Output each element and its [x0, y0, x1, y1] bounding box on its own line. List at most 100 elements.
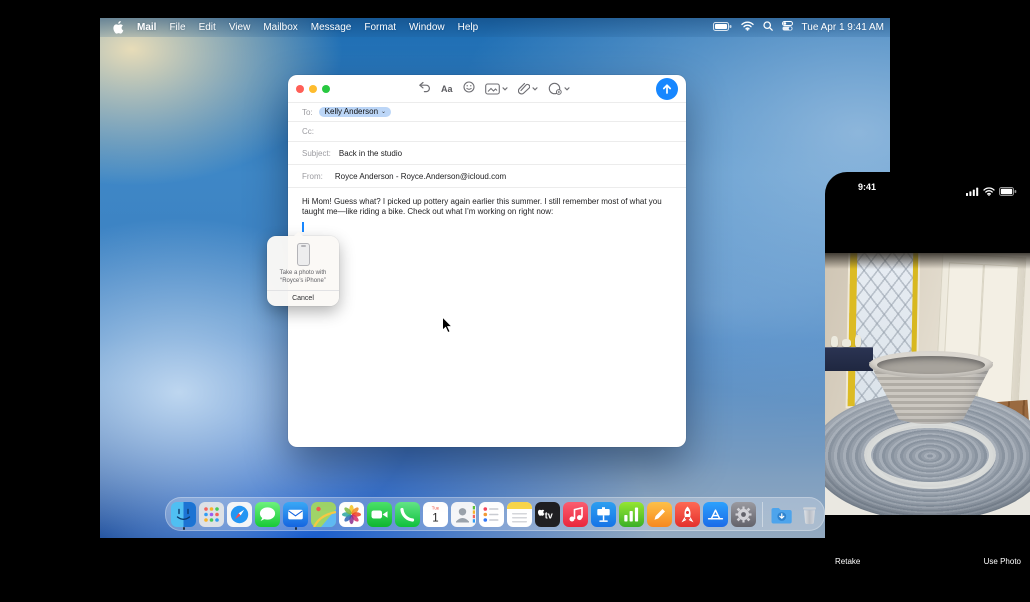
dock-rocket-app[interactable] [675, 502, 700, 527]
dock-finder[interactable] [171, 502, 196, 527]
menu-bar: Mail File Edit View Mailbox Message Form… [100, 18, 890, 37]
chevron-down-icon: ⌄ [381, 109, 386, 115]
dock-mail[interactable] [283, 502, 308, 527]
dock-music[interactable] [563, 502, 588, 527]
mail-compose-window: Aa To: Ke [288, 75, 686, 447]
dock-messages[interactable] [255, 502, 280, 527]
message-body[interactable]: Hi Mom! Guess what? I picked up pottery … [288, 188, 686, 216]
chevron-down-icon [564, 87, 570, 91]
dock-downloads-folder[interactable] [769, 502, 794, 527]
arrow-up-icon [661, 83, 673, 95]
menu-item-mailbox[interactable]: Mailbox [263, 22, 297, 33]
studio-shelf [825, 347, 873, 371]
from-value: Royce Anderson - Royce.Anderson@icloud.c… [335, 172, 506, 181]
photo-browser-button[interactable] [485, 83, 508, 95]
menu-item-mail[interactable]: Mail [137, 22, 156, 33]
camera-preview-photo [825, 253, 1030, 515]
running-indicator [183, 527, 186, 530]
cc-label: Cc: [302, 127, 314, 136]
dock-appletv[interactable]: tv [535, 502, 560, 527]
cancel-button[interactable]: Cancel [267, 291, 339, 307]
emoji-icon[interactable] [463, 80, 475, 98]
menu-item-help[interactable]: Help [458, 22, 479, 33]
battery-icon [999, 183, 1017, 201]
calendar-weekday: Tue [432, 505, 440, 510]
screen: Mail File Edit View Mailbox Message Form… [0, 0, 1030, 602]
control-center-icon[interactable] [782, 21, 793, 34]
menu-bar-clock[interactable]: Tue Apr 1 9:41 AM [802, 22, 884, 33]
cellular-signal-icon [966, 183, 979, 201]
iphone-status-bar: 9:41 [825, 172, 1030, 202]
dock-trash[interactable] [797, 502, 822, 527]
battery-icon[interactable] [713, 22, 732, 34]
retake-button[interactable]: Retake [835, 557, 860, 566]
dock-launchpad[interactable] [199, 502, 224, 527]
pottery-piece [842, 339, 851, 347]
menu-item-message[interactable]: Message [311, 22, 352, 33]
cc-field[interactable]: Cc: [288, 122, 686, 142]
from-label: From: [302, 172, 323, 181]
zoom-button[interactable] [322, 85, 330, 93]
dock-safari[interactable] [227, 502, 252, 527]
compose-toolbar: Aa [288, 75, 686, 103]
pottery-piece [855, 335, 861, 347]
iphone-clock: 9:41 [858, 182, 876, 192]
popup-text-line2: “Royce’s iPhone” [267, 278, 339, 286]
iphone-icon [297, 243, 310, 266]
subject-value: Back in the studio [339, 149, 402, 158]
popup-text-line1: Take a photo with [267, 270, 339, 278]
dock-reminders[interactable] [479, 502, 504, 527]
attachment-button[interactable] [518, 82, 538, 95]
menu-item-view[interactable]: View [229, 22, 251, 33]
menu-item-edit[interactable]: Edit [199, 22, 216, 33]
dock-phone[interactable] [395, 502, 420, 527]
close-button[interactable] [296, 85, 304, 93]
iphone-camera-panel: 9:41 [825, 172, 1030, 602]
recipient-pill[interactable]: Kelly Anderson ⌄ [319, 107, 391, 118]
dock: Tue 1 tv [165, 497, 825, 531]
to-label: To: [302, 108, 313, 117]
minimize-button[interactable] [309, 85, 317, 93]
from-account-button[interactable] [548, 82, 570, 95]
to-field[interactable]: To: Kelly Anderson ⌄ [288, 103, 686, 122]
calendar-day: 1 [432, 512, 438, 524]
search-icon[interactable] [763, 21, 773, 34]
menu-item-format[interactable]: Format [364, 22, 396, 33]
from-field[interactable]: From: Royce Anderson - Royce.Anderson@ic… [288, 165, 686, 188]
dock-pages[interactable] [647, 502, 672, 527]
recipient-name: Kelly Anderson [325, 108, 378, 116]
dock-notes[interactable] [507, 502, 532, 527]
dock-appstore[interactable] [703, 502, 728, 527]
text-caret [302, 222, 304, 232]
mouse-pointer [441, 316, 453, 339]
dock-calendar[interactable]: Tue 1 [423, 502, 448, 527]
dock-settings[interactable] [731, 502, 756, 527]
dock-divider [762, 502, 763, 527]
menu-item-window[interactable]: Window [409, 22, 445, 33]
dock-photos[interactable] [339, 502, 364, 527]
use-photo-button[interactable]: Use Photo [984, 557, 1021, 566]
chevron-down-icon [502, 87, 508, 91]
menu-item-file[interactable]: File [169, 22, 185, 33]
appletv-label: tv [545, 510, 553, 520]
apple-menu-icon[interactable] [113, 21, 124, 34]
send-button[interactable] [656, 78, 678, 100]
photo-top-shadow [825, 253, 1030, 269]
dock-maps[interactable] [311, 502, 336, 527]
dock-numbers[interactable] [619, 502, 644, 527]
undo-icon[interactable] [418, 80, 431, 98]
clay-bowl [869, 351, 993, 427]
running-indicator [295, 527, 298, 530]
wheel-highlight-ring [864, 421, 996, 489]
wifi-icon[interactable] [741, 21, 754, 34]
camera-action-bar: Retake Use Photo [825, 515, 1030, 602]
chevron-down-icon [532, 87, 538, 91]
continuity-camera-popup: Take a photo with “Royce’s iPhone” Cance… [267, 236, 339, 306]
dock-facetime[interactable] [367, 502, 392, 527]
format-text-icon[interactable]: Aa [441, 84, 453, 94]
dock-keynote[interactable] [591, 502, 616, 527]
dock-contacts[interactable] [451, 502, 476, 527]
subject-field[interactable]: Subject: Back in the studio [288, 142, 686, 165]
wifi-icon [983, 183, 995, 201]
subject-label: Subject: [302, 149, 331, 158]
